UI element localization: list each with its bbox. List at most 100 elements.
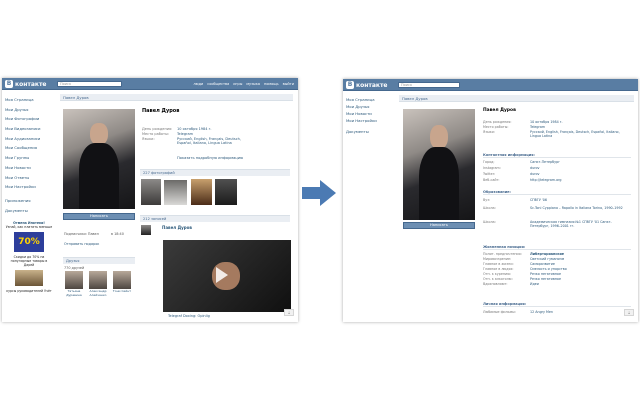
sidebar-item-apps[interactable]: Приложения bbox=[5, 196, 57, 206]
sidebar-item-my-page[interactable]: Моя Страница bbox=[5, 95, 57, 105]
photo-thumbnail[interactable] bbox=[215, 179, 237, 205]
sidebar-item-settings[interactable]: Мои Настройки bbox=[346, 117, 398, 124]
photo-thumbnail[interactable] bbox=[164, 180, 187, 205]
sidebar-item-news[interactable]: Мои Новости bbox=[346, 110, 398, 117]
friend-card[interactable]: Татьяна Дуревина bbox=[63, 271, 85, 297]
friends-header[interactable]: Друзья bbox=[63, 257, 135, 264]
page-title: Павел Дуров bbox=[60, 94, 293, 101]
sidebar-item-settings[interactable]: Мои Настройки bbox=[5, 182, 57, 192]
vk-logo-icon: В bbox=[5, 80, 13, 88]
wall-post-author[interactable]: Павел Дуров bbox=[162, 225, 192, 230]
info-value[interactable]: Саморазвитие bbox=[530, 262, 630, 266]
sidebar-item-messages[interactable]: Мои Сообщения bbox=[5, 143, 57, 153]
search-input[interactable]: Поиск bbox=[398, 82, 460, 88]
show-details-link[interactable]: Показать подробную информацию bbox=[177, 156, 243, 160]
sidebar-item-friends[interactable]: Мои Друзья bbox=[346, 103, 398, 110]
info-value[interactable]: СПбГУ '06 bbox=[530, 198, 630, 202]
sidebar-item-groups[interactable]: Мои Группы bbox=[5, 153, 57, 163]
info-row-work: Место работы: Telegram bbox=[483, 125, 630, 129]
nav-people[interactable]: люди bbox=[193, 81, 203, 87]
sidebar-item-news[interactable]: Мои Новости bbox=[5, 163, 57, 173]
brand-name: контакте bbox=[356, 81, 388, 89]
ad-banner[interactable]: 70% bbox=[14, 232, 44, 253]
original-profile-screenshot: В контакте Поиск люди сообщества игры му… bbox=[2, 78, 298, 322]
info-value[interactable]: durov bbox=[530, 172, 630, 176]
info-key: Instagram: bbox=[483, 166, 501, 170]
profile-avatar[interactable] bbox=[403, 109, 475, 220]
nav-music[interactable]: музыка bbox=[246, 81, 260, 87]
write-message-button[interactable]: Написать bbox=[63, 213, 135, 220]
info-value[interactable]: 12 Angry Men bbox=[530, 310, 630, 314]
profile-name: Павел Дуров bbox=[483, 108, 516, 113]
info-value[interactable]: Русский, English, Français, Deutsch, Esp… bbox=[177, 137, 247, 145]
profile-avatar[interactable] bbox=[63, 109, 135, 209]
nav-games[interactable]: игры bbox=[233, 81, 242, 87]
ad-thumbnail[interactable] bbox=[15, 270, 43, 287]
nav-help[interactable]: помощь bbox=[264, 81, 279, 87]
friends-count: 770 друзей bbox=[64, 266, 85, 270]
info-value[interactable]: durov bbox=[530, 166, 630, 170]
education-row: Вуз: СПбГУ '06 bbox=[483, 198, 630, 202]
wall-post-avatar[interactable] bbox=[141, 225, 151, 235]
vk-logo[interactable]: В контакте bbox=[5, 80, 47, 88]
wall-header[interactable]: 212 записей bbox=[140, 215, 290, 222]
nav-communities[interactable]: сообщества bbox=[207, 81, 229, 87]
info-key: Место работы: bbox=[142, 132, 170, 136]
friend-card[interactable]: Тони Сейнт bbox=[111, 271, 133, 294]
friend-avatar bbox=[65, 271, 83, 289]
play-icon[interactable] bbox=[216, 267, 228, 283]
nav-logout[interactable]: выйти bbox=[283, 81, 294, 87]
info-value[interactable]: Светский гуманизм bbox=[530, 257, 630, 261]
search-input[interactable]: Поиск bbox=[57, 81, 122, 87]
sidebar-item-answers[interactable]: Мои Ответы bbox=[5, 173, 57, 183]
photo-thumbnail[interactable] bbox=[141, 179, 161, 205]
info-value[interactable]: Смелость и упорство bbox=[530, 267, 630, 271]
info-value[interactable]: Либертарианские bbox=[530, 252, 630, 256]
info-value[interactable]: Академическая гимназия №1 СПбГУ '01 Санк… bbox=[530, 220, 630, 228]
info-value[interactable]: Telegram bbox=[177, 132, 247, 136]
info-value[interactable]: 10 октября 1984 г. bbox=[530, 120, 630, 124]
send-gift-link[interactable]: Отправить подарок bbox=[64, 242, 99, 246]
sidebar-item-photos[interactable]: Мои Фотографии bbox=[5, 114, 57, 124]
info-value[interactable]: 10 октября 1984 г. bbox=[177, 127, 247, 131]
brand-name: контакте bbox=[15, 80, 47, 88]
info-value[interactable]: http://telegram.org bbox=[530, 178, 630, 182]
video-player[interactable] bbox=[163, 240, 291, 312]
info-value[interactable]: Резко негативное bbox=[530, 277, 630, 281]
write-message-button[interactable]: Написать bbox=[403, 222, 475, 229]
beliefs-row: Вдохновляют: Идеи bbox=[483, 282, 630, 286]
ad-block[interactable]: Отмена Ипотеки! Узнай, как платить меньш… bbox=[5, 221, 53, 293]
info-value[interactable]: Резко негативное bbox=[530, 272, 630, 276]
sidebar-item-my-page[interactable]: Моя Страница bbox=[346, 96, 398, 103]
scroll-top-icon[interactable]: ⇣ bbox=[284, 309, 294, 316]
photos-header[interactable]: 227 фотографий bbox=[140, 169, 290, 176]
vk-logo[interactable]: В контакте bbox=[346, 81, 388, 89]
info-key: Отн. к курению: bbox=[483, 272, 512, 276]
sidebar-item-documents[interactable]: Документы bbox=[346, 128, 398, 135]
sidebar-item-videos[interactable]: Мои Видеозаписи bbox=[5, 124, 57, 134]
info-key: Twitter: bbox=[483, 172, 496, 176]
video-title[interactable]: Telegraf Doxing: Opinlig bbox=[168, 314, 210, 318]
sidebar-item-friends[interactable]: Мои Друзья bbox=[5, 105, 57, 115]
info-key: Школа: bbox=[483, 206, 496, 210]
info-value[interactable]: Sc.Toni Cyppiano – Rapallo in Italiana T… bbox=[530, 206, 630, 210]
info-value[interactable]: Telegram bbox=[530, 125, 630, 129]
personal-section-label: Личная информация: bbox=[483, 302, 631, 307]
info-key: Вуз: bbox=[483, 198, 491, 202]
info-value[interactable]: Русский, English, Français, Deutsch, Esp… bbox=[530, 130, 630, 138]
info-value[interactable]: Санкт-Петербург bbox=[530, 160, 630, 164]
friend-card[interactable]: Александр Алейчанко bbox=[87, 271, 109, 297]
info-key: Вдохновляют: bbox=[483, 282, 508, 286]
sidebar: Моя Страница Мои Друзья Мои Новости Мои … bbox=[346, 96, 398, 135]
info-row-birthday: День рождения: 10 октября 1984 г. bbox=[483, 120, 630, 124]
contact-row: Twitter: durov bbox=[483, 172, 630, 176]
scroll-top-icon[interactable]: ⇣ bbox=[624, 309, 634, 316]
ad-text-3: курсы руководителей Учёт bbox=[6, 289, 52, 294]
info-key: Место работы: bbox=[483, 125, 509, 129]
sidebar-item-documents[interactable]: Документы bbox=[5, 206, 57, 216]
info-value[interactable]: Идеи bbox=[530, 282, 630, 286]
beliefs-row: Отн. к алкоголю: Резко негативное bbox=[483, 277, 630, 281]
sidebar-item-audio[interactable]: Мои Аудиозаписи bbox=[5, 134, 57, 144]
photo-thumbnail[interactable] bbox=[191, 179, 212, 205]
subscribers-note[interactable]: Подписчики: Павел bbox=[64, 232, 99, 236]
